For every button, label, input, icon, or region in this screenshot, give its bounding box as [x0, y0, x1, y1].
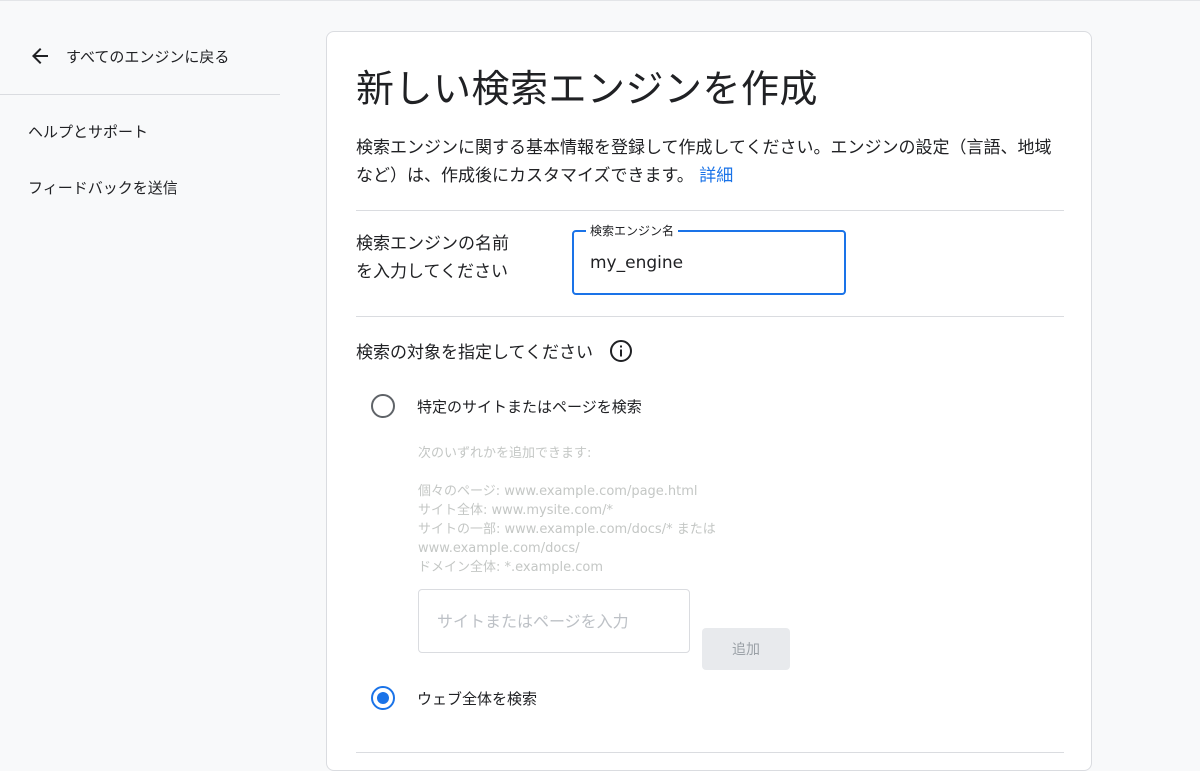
back-to-engines-link[interactable]: すべてのエンジンに戻る	[28, 40, 229, 72]
sidebar-divider	[0, 94, 280, 95]
sidebar-item-feedback[interactable]: フィードバックを送信	[28, 177, 178, 198]
search-target-heading: 検索の対象を指定してください	[356, 338, 633, 363]
radio-entire-web[interactable]	[371, 686, 395, 710]
section-divider	[356, 752, 1064, 753]
option-entire-web-label: ウェブ全体を検索	[417, 689, 538, 708]
radio-specific-sites[interactable]	[371, 394, 395, 418]
search-target-heading-text: 検索の対象を指定してください	[356, 343, 593, 363]
engine-name-label-line1: 検索エンジンの名前	[356, 234, 509, 254]
option-specific-sites-label: 特定のサイトまたはページを検索	[417, 397, 642, 416]
site-input[interactable]	[437, 608, 673, 634]
back-link-label: すべてのエンジンに戻る	[66, 47, 230, 66]
option-specific-sites[interactable]: 特定のサイトまたはページを検索	[371, 394, 642, 418]
option-entire-web[interactable]: ウェブ全体を検索	[371, 686, 537, 710]
hint-line: サイトの一部: www.example.com/docs/* または	[418, 522, 716, 537]
sidebar-item-help[interactable]: ヘルプとサポート	[28, 121, 148, 142]
site-hint-text: 次のいずれかを追加できます: 個々のページ: www.example.com/p…	[418, 444, 716, 577]
add-button[interactable]: 追加	[702, 628, 790, 670]
details-link[interactable]: 詳細	[699, 166, 733, 186]
engine-name-input[interactable]	[590, 250, 826, 276]
arrow-back-icon	[28, 44, 52, 68]
section-divider	[356, 210, 1064, 211]
engine-name-field[interactable]: 検索エンジン名	[572, 222, 846, 295]
description: 検索エンジンに関する基本情報を登録して作成してください。エンジンの設定（言語、地…	[356, 134, 1056, 190]
page-title: 新しい検索エンジンを作成	[356, 67, 819, 111]
engine-name-label-line2: を入力してください	[356, 262, 508, 282]
create-engine-card: 新しい検索エンジンを作成 検索エンジンに関する基本情報を登録して作成してください…	[326, 31, 1092, 771]
engine-name-label: 検索エンジンの名前 を入力してください	[356, 230, 546, 286]
sidebar: すべてのエンジンに戻る ヘルプとサポート フィードバックを送信	[0, 0, 280, 752]
site-input-field[interactable]	[418, 589, 690, 653]
hint-line: サイト全体: www.mysite.com/*	[418, 503, 613, 518]
section-divider	[356, 316, 1064, 317]
hint-line: 次のいずれかを追加できます:	[418, 446, 592, 461]
hint-line: www.example.com/docs/	[418, 541, 580, 556]
engine-name-field-legend: 検索エンジン名	[586, 222, 679, 239]
hint-line: ドメイン全体: *.example.com	[418, 560, 603, 575]
hint-line: 個々のページ: www.example.com/page.html	[418, 484, 698, 499]
info-icon[interactable]	[609, 339, 633, 363]
